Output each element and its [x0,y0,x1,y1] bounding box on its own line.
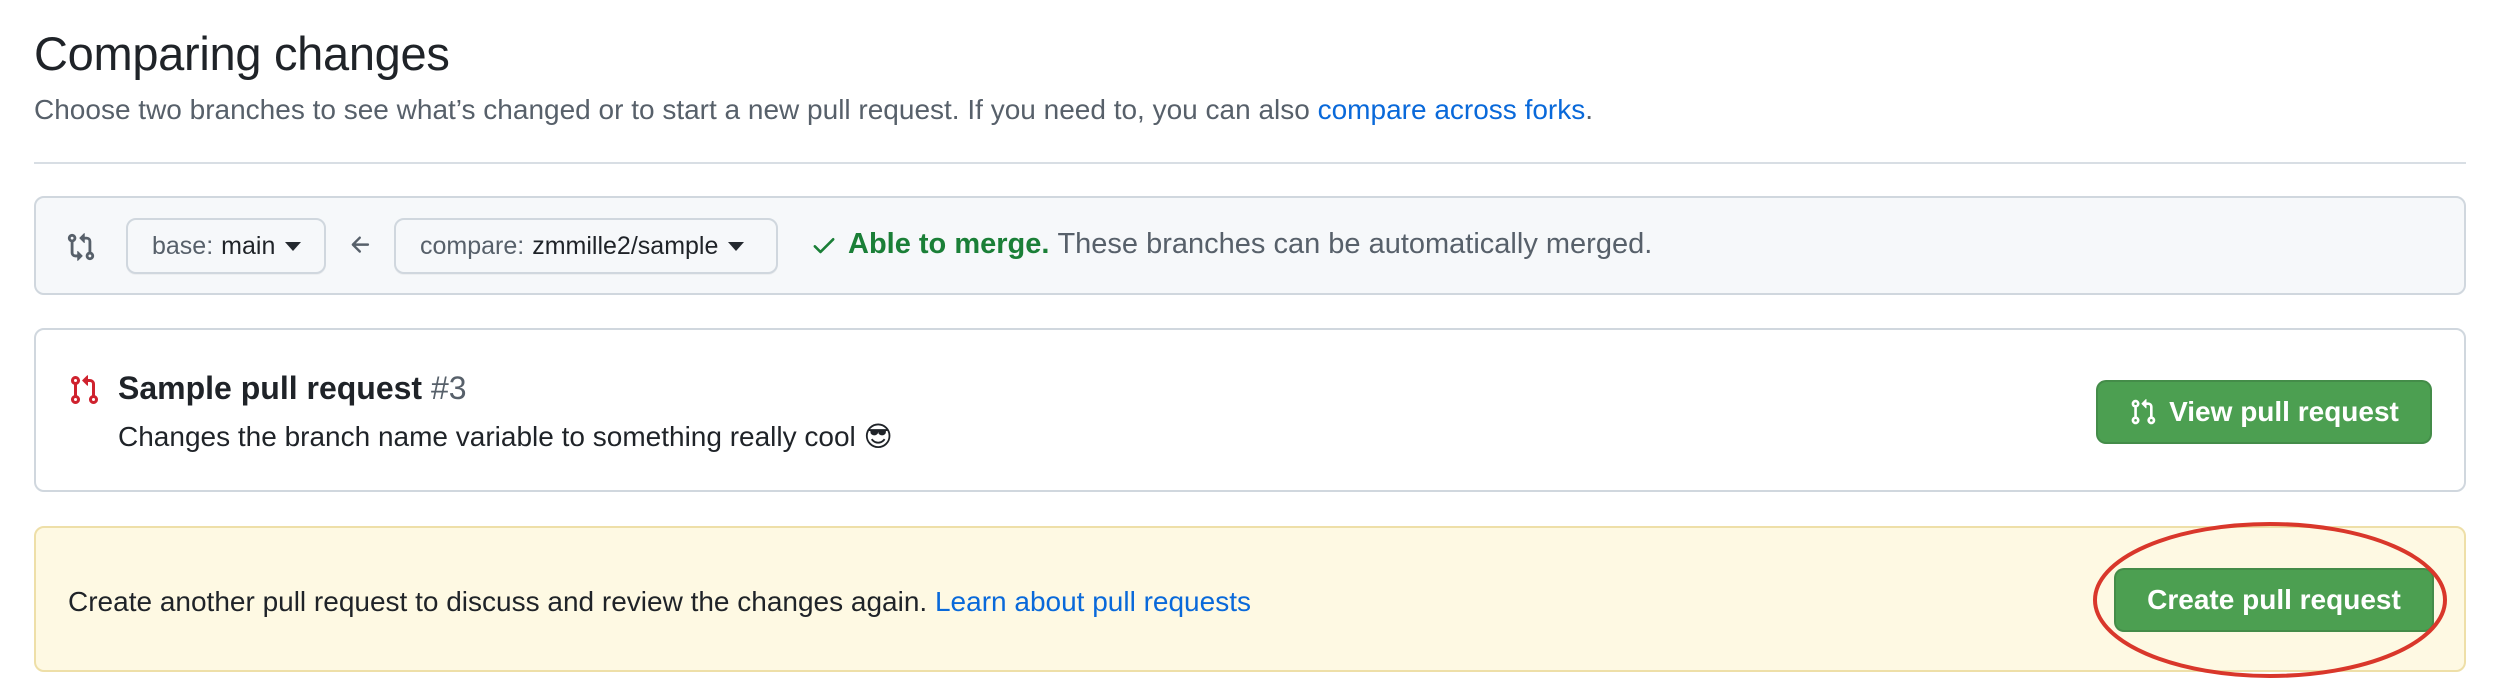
view-pull-request-button[interactable]: View pull request [2096,380,2432,444]
range-editor: base: main compare: zmmille2/sample Able… [34,196,2466,295]
subtitle-text: Choose two branches to see what’s change… [34,94,1318,125]
merge-status: Able to merge. These branches can be aut… [810,228,1652,261]
create-pull-request-button[interactable]: Create pull request [2114,568,2434,632]
arrow-left-icon [351,236,370,253]
base-branch-value: main [221,231,276,260]
merge-ok-text: Able to merge. [848,228,1050,260]
create-pull-request-box: Create another pull request to discuss a… [34,526,2466,672]
pr-title[interactable]: Sample pull request #3 [118,370,467,407]
pr-description: Changes the branch name variable to some… [118,421,893,452]
base-branch-select[interactable]: base: main [126,218,326,274]
page-title: Comparing changes [34,27,450,80]
subtitle-end: . [1585,94,1594,125]
compare-across-forks-link[interactable]: compare across forks [1318,94,1586,125]
check-icon [813,237,835,253]
git-pull-request-icon [70,375,99,405]
git-pull-request-icon [2131,399,2156,425]
learn-about-pull-requests-link[interactable]: Learn about pull requests [935,586,1251,617]
existing-pull-request: Sample pull request #3 Changes the branc… [34,328,2466,492]
pr-number: #3 [430,370,467,406]
caret-down-icon [285,241,302,251]
create-pull-request-label: Create pull request [2147,584,2401,615]
pr-title-text: Sample pull request [118,370,423,406]
view-pull-request-label: View pull request [2169,396,2399,427]
compare-branch-value: zmmille2/sample [532,231,719,260]
merge-desc-text: These branches can be automatically merg… [1057,228,1653,260]
comparing-changes-page: Comparing changes Choose two branches to… [0,0,2496,690]
compare-branch-select[interactable]: compare: zmmille2/sample [394,218,778,274]
divider [34,162,2466,164]
compare-prefix: compare: [420,231,525,260]
create-pr-text: Create another pull request to discuss a… [68,586,935,617]
create-pr-message: Create another pull request to discuss a… [68,586,1251,618]
base-prefix: base: [152,231,214,260]
caret-down-icon [728,241,745,251]
page-subtitle: Choose two branches to see what’s change… [34,94,1593,126]
git-compare-icon [67,233,95,261]
